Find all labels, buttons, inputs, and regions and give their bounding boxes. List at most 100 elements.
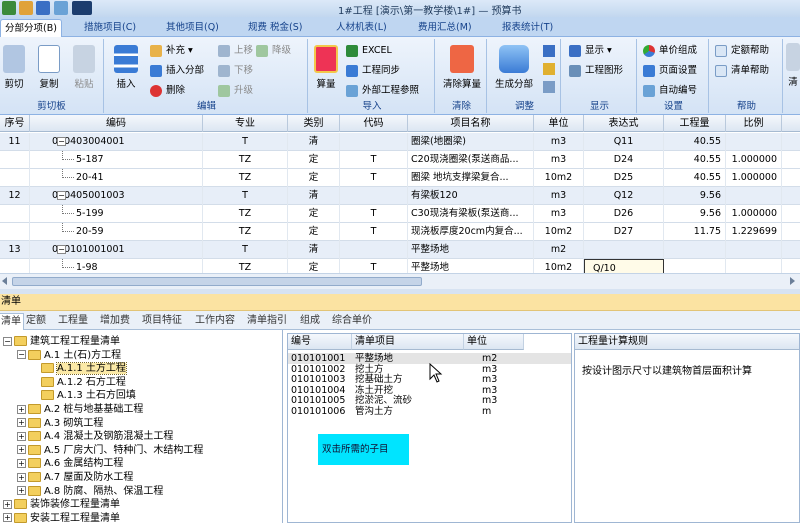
- list-header-unit[interactable]: 单位: [464, 334, 524, 350]
- grid-row[interactable]: 20-59 TZ 定 T 现浇板厚度20cm内复合... 10m2 D27 11.75 1.22…: [0, 223, 800, 241]
- delete-button[interactable]: 删除: [150, 83, 185, 98]
- grid-cell-qty[interactable]: 11.75: [664, 223, 726, 241]
- tab-bill-list[interactable]: 清单: [0, 313, 24, 330]
- grid-cell-major[interactable]: T: [203, 133, 288, 151]
- calc-quantity-button[interactable]: 算量: [312, 45, 340, 90]
- save-icon[interactable]: [36, 1, 50, 15]
- collapse-icon[interactable]: −: [57, 137, 66, 146]
- grid-cell-expr[interactable]: D24: [584, 151, 664, 169]
- grid-cell-name[interactable]: 圈梁(地圈梁): [408, 133, 534, 151]
- grid-cell-dcode[interactable]: [340, 133, 408, 151]
- unit-price-button[interactable]: 单价组成: [643, 43, 697, 58]
- grid-cell-major[interactable]: TZ: [203, 169, 288, 187]
- grid-cell-code[interactable]: 20-59: [30, 223, 203, 241]
- grid-cell-cat[interactable]: 定: [288, 169, 340, 187]
- tab-sections[interactable]: 分部分项(B): [0, 19, 62, 37]
- grid-cell-unit[interactable]: m3: [534, 151, 584, 169]
- grid-cell-cat[interactable]: 清: [288, 187, 340, 205]
- grid-cell-code[interactable]: 010405001003: [30, 187, 203, 205]
- app-icon[interactable]: [2, 1, 16, 15]
- grid-cell-dcode[interactable]: T: [340, 169, 408, 187]
- grid-cell-unit[interactable]: m3: [534, 205, 584, 223]
- tab-composition[interactable]: 组成: [300, 313, 320, 330]
- list-item[interactable]: 010101006 管沟土方 m: [288, 406, 571, 417]
- tab-quantity[interactable]: 工程量: [58, 313, 88, 330]
- grid-cell-dcode[interactable]: T: [340, 151, 408, 169]
- grid-cell-expr[interactable]: Q12: [584, 187, 664, 205]
- grid-cell-cat[interactable]: 定: [288, 151, 340, 169]
- col-header-expression[interactable]: 表达式: [584, 115, 664, 132]
- expand-icon[interactable]: +: [17, 486, 26, 496]
- grid-cell-code[interactable]: 5-187: [30, 151, 203, 169]
- tree-node[interactable]: A.1.3 土石方回填: [41, 389, 136, 403]
- tab-materials[interactable]: 人材机表(L): [332, 19, 391, 37]
- display-button[interactable]: 显示 ▾: [569, 43, 612, 58]
- grid-cell-unit[interactable]: m3: [534, 133, 584, 151]
- project-graphic-button[interactable]: 工程图形: [569, 63, 623, 78]
- grid-cell-major[interactable]: T: [203, 241, 288, 259]
- project-sync-button[interactable]: 工程同步: [346, 63, 400, 78]
- grid-cell-expr[interactable]: D27: [584, 223, 664, 241]
- grid-cell-major[interactable]: TZ: [203, 223, 288, 241]
- tab-reports[interactable]: 报表统计(T): [498, 19, 557, 37]
- tree-node[interactable]: + 安装工程工程量清单: [3, 512, 120, 526]
- grid-cell-name[interactable]: C20现浇圈梁(泵送商品...: [408, 151, 534, 169]
- expand-icon[interactable]: +: [3, 513, 12, 523]
- paste-button[interactable]: 粘贴: [70, 45, 98, 90]
- col-header-name[interactable]: 项目名称: [408, 115, 534, 132]
- grid-cell-name[interactable]: C30现浇有梁板(泵送商...: [408, 205, 534, 223]
- grid-cell-seq[interactable]: [0, 205, 30, 223]
- lock-icon[interactable]: [543, 63, 555, 75]
- tab-bill-guide[interactable]: 清单指引: [247, 313, 287, 330]
- collapse-icon[interactable]: −: [3, 336, 12, 346]
- grid-cell-code[interactable]: 010403004001: [30, 133, 203, 151]
- expand-icon[interactable]: +: [17, 445, 26, 455]
- grid-cell-qty[interactable]: 9.56: [664, 205, 726, 223]
- grid-cell-qty[interactable]: 40.55: [664, 169, 726, 187]
- col-header-seq[interactable]: 序号: [0, 115, 30, 132]
- grid-cell-unit[interactable]: 10m2: [534, 169, 584, 187]
- quota-help-button[interactable]: 定额帮助: [715, 43, 769, 58]
- tree-node[interactable]: A.1.1 土方工程: [41, 362, 127, 376]
- list-item[interactable]: 010101004 冻土开挖 m3: [288, 385, 571, 396]
- grid-cell-dcode[interactable]: [340, 241, 408, 259]
- tree-node[interactable]: A.1.2 石方工程: [41, 376, 126, 390]
- auto-number-button[interactable]: 自动编号: [643, 83, 697, 98]
- grid-cell-unit[interactable]: m2: [534, 241, 584, 259]
- grid-row[interactable]: 11 010403004001 T 清 圈梁(地圈梁) m3 Q11 40.55 −: [0, 133, 800, 151]
- tree-node[interactable]: + A.3 砌筑工程: [17, 417, 103, 431]
- supplement-button[interactable]: 补充 ▾: [150, 43, 193, 58]
- grid-cell-seq[interactable]: [0, 223, 30, 241]
- grid-cell-expr[interactable]: D26: [584, 205, 664, 223]
- grid-row[interactable]: 5-199 TZ 定 T C30现浇有梁板(泵送商... m3 D26 9.56 1.00000…: [0, 205, 800, 223]
- grid-cell-code[interactable]: 010101001001: [30, 241, 203, 259]
- grid-cell-qty[interactable]: 40.55: [664, 133, 726, 151]
- scroll-right-arrow-icon[interactable]: [790, 277, 795, 285]
- tab-measures[interactable]: 措施项目(C): [80, 19, 140, 37]
- clear-extra-button[interactable]: 清: [786, 43, 800, 88]
- clear-calc-button[interactable]: 清除算量: [439, 45, 485, 90]
- collapse-icon[interactable]: −: [57, 245, 66, 254]
- tab-work-content[interactable]: 工作内容: [195, 313, 235, 330]
- tree-node[interactable]: + A.7 屋面及防水工程: [17, 471, 133, 485]
- grid-cell-code[interactable]: 5-199: [30, 205, 203, 223]
- tree-node[interactable]: + A.4 混凝土及钢筋混凝土工程: [17, 430, 173, 444]
- grid-cell-dcode[interactable]: T: [340, 205, 408, 223]
- external-project-button[interactable]: 外部工程参照: [346, 83, 419, 98]
- grid-cell-qty[interactable]: [664, 241, 726, 259]
- grid-cell-major[interactable]: T: [203, 187, 288, 205]
- quick-access-dropdown-icon[interactable]: [72, 1, 92, 15]
- grid-cell-ratio[interactable]: [726, 187, 782, 205]
- grid-cell-unit[interactable]: m3: [534, 187, 584, 205]
- grid-cell-cat[interactable]: 清: [288, 133, 340, 151]
- move-up-button[interactable]: 上移: [218, 43, 253, 58]
- sort-icon[interactable]: [543, 45, 555, 57]
- tab-surcharge[interactable]: 增加费: [100, 313, 130, 330]
- grid-cell-qty[interactable]: 9.56: [664, 187, 726, 205]
- page-setup-button[interactable]: 页面设置: [643, 63, 697, 78]
- cut-button[interactable]: 剪切: [0, 45, 28, 90]
- grid-cell-dcode[interactable]: T: [340, 223, 408, 241]
- grid-cell-cat[interactable]: 定: [288, 205, 340, 223]
- list-help-button[interactable]: 清单帮助: [715, 63, 769, 78]
- grid-cell-ratio[interactable]: 1.000000: [726, 205, 782, 223]
